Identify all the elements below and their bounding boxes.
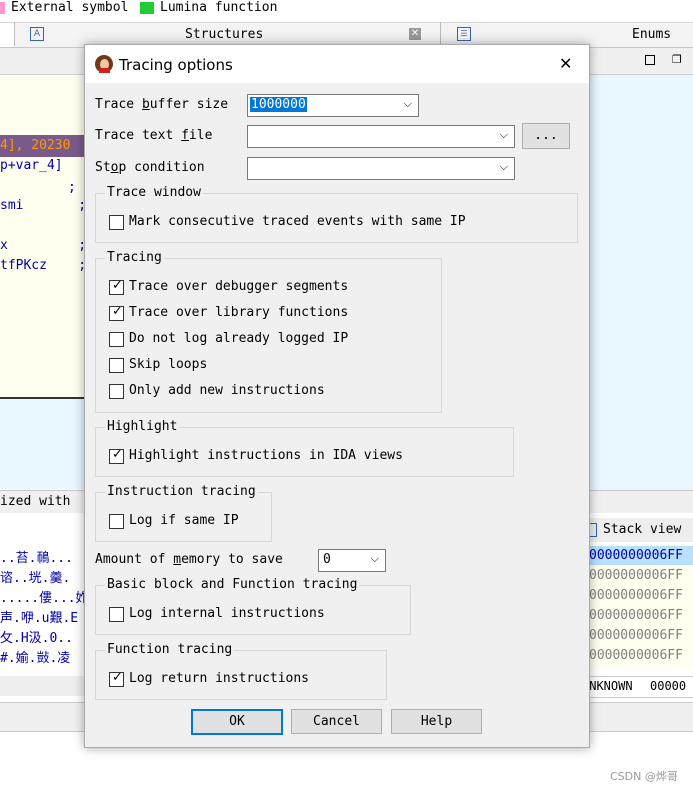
stack-view-title[interactable]: Stack view: [603, 522, 681, 537]
hex-line-6: #.媮.敱.凌: [0, 651, 71, 666]
lumina-function-swatch: [140, 2, 154, 14]
log-internal-instructions-label[interactable]: Log internal instructions: [129, 606, 325, 621]
only-add-new-instructions-label[interactable]: Only add new instructions: [129, 383, 325, 398]
hex-view[interactable]: ..苔.鳾... 谘..垙.羹. .....僂...妰 声.咿.u艱.E 攵.H…: [0, 543, 89, 673]
browse-button[interactable]: ...: [522, 123, 570, 149]
chevron-down-icon: ⌵: [403, 97, 412, 110]
check-icon: ✓: [112, 304, 123, 319]
stack-line-6: 0000000006FF: [589, 648, 683, 663]
tab-stub[interactable]: [0, 23, 14, 47]
highlight-instructions-label[interactable]: Highlight instructions in IDA views: [129, 448, 403, 463]
tab-divider: [440, 22, 441, 46]
stack-line-4: 0000000006FF: [589, 608, 683, 623]
disassembly-view[interactable]: [0, 75, 84, 399]
check-icon: ✓: [112, 278, 123, 293]
ok-button[interactable]: OK: [191, 709, 283, 735]
close-icon[interactable]: ✕: [559, 54, 572, 73]
tracing-options-dialog: Tracing options ✕ Trace buffer size 1000…: [84, 44, 590, 748]
dialog-title-bar[interactable]: Tracing options ✕: [85, 45, 589, 83]
only-add-new-instructions-checkbox[interactable]: [109, 384, 124, 399]
highlight-title: Highlight: [105, 419, 180, 434]
skip-loops-checkbox[interactable]: [109, 358, 124, 373]
check-icon: ✓: [112, 447, 123, 462]
memory-label: Amount of memory to save: [95, 552, 283, 567]
hex-line-2: 谘..垙.羹.: [0, 571, 71, 586]
hex-line-1: ..苔.鳾...: [0, 551, 73, 566]
hex-line-3: .....僂...妰: [0, 591, 89, 606]
maximize-icon[interactable]: [645, 55, 655, 65]
mark-consecutive-label[interactable]: Mark consecutive traced events with same…: [129, 214, 466, 229]
highlight-instructions-checkbox[interactable]: ✓: [109, 447, 124, 464]
legend-lumina-function: Lumina function: [160, 0, 278, 15]
ida-app-icon: [95, 55, 113, 73]
log-return-instructions-checkbox[interactable]: ✓: [109, 670, 124, 687]
trace-library-functions-checkbox[interactable]: ✓: [109, 304, 124, 321]
restore-icon[interactable]: ❐: [672, 53, 682, 66]
basic-block-title: Basic block and Function tracing: [105, 577, 360, 592]
tracing-title: Tracing: [105, 250, 164, 265]
watermark: CSDN @烨哥: [610, 770, 678, 783]
close-structures-icon[interactable]: ✕: [409, 28, 421, 40]
buffer-size-label: Trace buffer size: [95, 97, 229, 112]
enums-view[interactable]: [589, 75, 693, 495]
stack-line-5: 0000000006FF: [589, 628, 683, 643]
hex-scrollbar[interactable]: [0, 676, 84, 696]
hex-line-4: 声.咿.u艱.E: [0, 611, 79, 626]
do-not-log-logged-ip-label[interactable]: Do not log already logged IP: [129, 331, 348, 346]
log-internal-instructions-checkbox[interactable]: [109, 607, 124, 622]
legend-external-symbol: External symbol: [11, 0, 129, 15]
log-if-same-ip-checkbox[interactable]: [109, 514, 124, 529]
stack-footer: UNKNOWN 00000: [578, 676, 693, 698]
tab-divider-left: [14, 22, 15, 46]
dialog-title: Tracing options: [119, 56, 233, 74]
stack-view-header: Stack view: [578, 518, 693, 542]
log-if-same-ip-label[interactable]: Log if same IP: [129, 513, 239, 528]
log-return-instructions-label[interactable]: Log return instructions: [129, 671, 309, 686]
memory-combo[interactable]: 0 ⌵: [318, 549, 386, 572]
stack-line-2: 0000000006FF: [589, 568, 683, 583]
legend-bar: External symbol Lumina function: [0, 0, 693, 18]
chevron-down-icon: ⌵: [499, 128, 508, 141]
text-file-label: Trace text file: [95, 128, 213, 143]
disasm-line-4: smi ;: [0, 198, 87, 213]
stack-line-3: 0000000006FF: [589, 588, 683, 603]
disasm-line-5: x ;: [0, 238, 87, 253]
graph-overview: [0, 399, 84, 489]
skip-loops-label[interactable]: Skip loops: [129, 357, 207, 372]
disasm-line-3: ;: [68, 180, 76, 195]
buffer-size-combo[interactable]: 1000000 ⌵: [247, 94, 419, 117]
memory-value: 0: [323, 552, 331, 567]
function-tracing-title: Function tracing: [105, 642, 235, 657]
stop-condition-label: Stop condition: [95, 160, 205, 175]
do-not-log-logged-ip-checkbox[interactable]: [109, 332, 124, 347]
trace-window-title: Trace window: [105, 185, 203, 200]
stop-condition-combo[interactable]: ⌵: [247, 157, 515, 180]
external-symbol-swatch: [0, 2, 5, 14]
chevron-down-icon: ⌵: [499, 160, 508, 173]
trace-debugger-segments-label[interactable]: Trace over debugger segments: [129, 279, 348, 294]
stack-footer-right: 00000: [650, 679, 687, 693]
buffer-size-value: 1000000: [250, 97, 307, 112]
trace-library-functions-label[interactable]: Trace over library functions: [129, 305, 348, 320]
structures-title[interactable]: Structures: [185, 27, 263, 42]
chevron-down-icon: ⌵: [370, 552, 379, 565]
text-file-combo[interactable]: ⌵: [247, 125, 515, 148]
disasm-line-2: p+var_4]: [0, 158, 63, 173]
enums-title[interactable]: Enums: [632, 27, 671, 42]
structures-icon: A: [30, 27, 44, 41]
output-text: ized with: [0, 494, 71, 509]
instruction-tracing-title: Instruction tracing: [105, 484, 258, 499]
stack-line-1: 0000000006FF: [589, 548, 683, 563]
help-button[interactable]: Help: [391, 709, 482, 734]
disasm-line-1: 4], 20230: [0, 138, 71, 153]
trace-debugger-segments-checkbox[interactable]: ✓: [109, 278, 124, 295]
disasm-line-6: tfPKcz ;: [0, 258, 87, 273]
hex-line-5: 攵.H汲.0..: [0, 631, 73, 646]
cancel-button[interactable]: Cancel: [291, 709, 382, 734]
enums-icon: ☰: [457, 27, 471, 41]
check-icon: ✓: [112, 670, 123, 685]
mark-consecutive-checkbox[interactable]: [109, 215, 124, 230]
